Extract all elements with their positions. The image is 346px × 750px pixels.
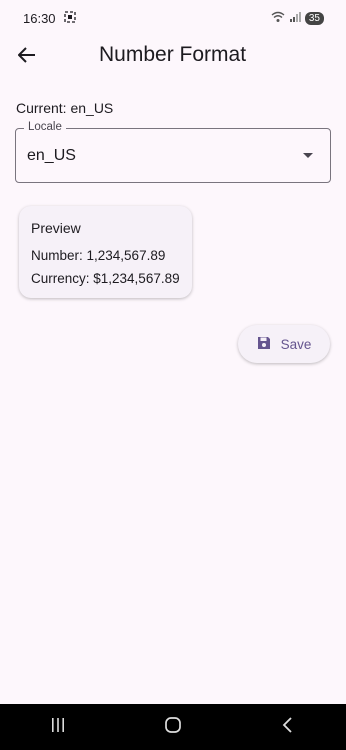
locale-dropdown[interactable]: Locale en_US [15,121,331,183]
battery-indicator: 35 [304,11,324,25]
nav-back-button[interactable] [268,707,308,747]
screenshot-icon [63,10,76,26]
system-nav-bar [0,704,346,750]
save-icon [257,336,271,353]
preview-currency: Currency: $1,234,567.89 [31,271,180,286]
recent-apps-icon [50,717,66,738]
save-button[interactable]: Save [238,325,330,363]
dropdown-arrow-icon [303,153,313,158]
status-bar: 16:30 35 [0,0,346,36]
home-button[interactable] [153,707,193,747]
signal-icon [289,11,301,26]
locale-field-label: Locale [24,121,66,133]
home-icon [164,716,182,739]
save-button-label: Save [280,336,312,352]
wifi-icon [271,11,285,26]
nav-back-icon [282,716,294,738]
app-bar: Number Format [0,36,346,76]
recent-apps-button[interactable] [38,707,78,747]
back-button[interactable] [14,44,40,70]
locale-field-value: en_US [27,147,76,164]
preview-title: Preview [31,220,81,236]
preview-number: Number: 1,234,567.89 [31,248,166,263]
page-title: Number Format [99,43,247,66]
preview-card: Preview Number: 1,234,567.89 Currency: $… [19,206,192,298]
arrow-back-icon [18,46,36,68]
current-locale-text: Current: en_US [16,100,114,116]
status-time: 16:30 [23,10,56,26]
